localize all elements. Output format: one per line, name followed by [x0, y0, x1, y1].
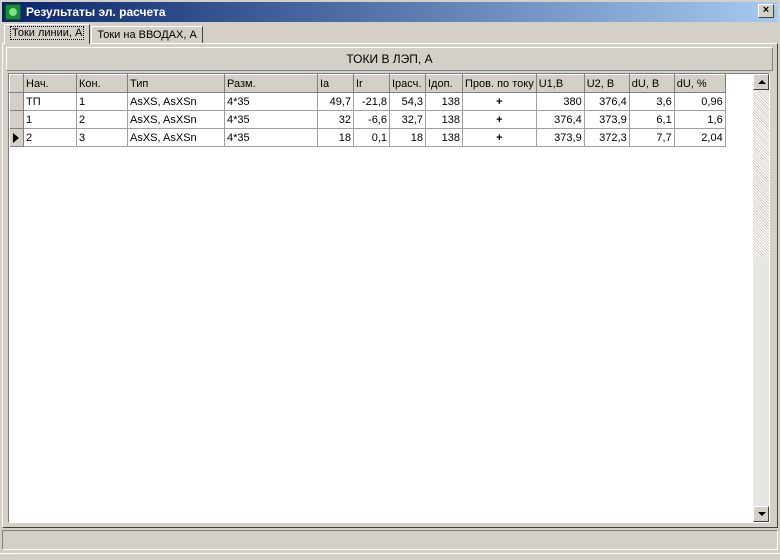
row-indicator[interactable] [9, 92, 24, 111]
table-cell[interactable]: 2,04 [674, 128, 726, 147]
table-cell[interactable]: 138 [425, 128, 463, 147]
scroll-up-button[interactable] [753, 74, 769, 90]
table-cell[interactable]: 4*35 [224, 92, 318, 111]
tab-line-currents-label: Токи линии, А [10, 26, 85, 40]
table-cell[interactable]: ТП [23, 92, 77, 111]
table-cell[interactable]: 18 [389, 128, 426, 147]
column-header-iallow[interactable]: Iдоп. [425, 74, 463, 93]
table-cell[interactable]: 373,9 [584, 110, 630, 129]
table-cell[interactable]: 54,3 [389, 92, 426, 111]
table-cell[interactable]: 4*35 [224, 128, 318, 147]
table-cell[interactable]: 3 [76, 128, 128, 147]
column-header-end[interactable]: Кон. [76, 74, 128, 93]
table-cell[interactable]: AsXS, AsXSn [127, 92, 225, 111]
results-table: Нач. Кон. Тип Разм. Ia Ir Iрасч. Iдоп. П… [9, 74, 726, 147]
table-cell[interactable]: + [462, 128, 537, 147]
header-row: Нач. Кон. Тип Разм. Ia Ir Iрасч. Iдоп. П… [9, 74, 726, 93]
table-cell[interactable]: 7,7 [629, 128, 675, 147]
column-header-du-v[interactable]: dU, В [628, 74, 675, 93]
column-header-check[interactable]: Пров. по току [462, 74, 537, 93]
table-row[interactable]: 1 2 AsXS, AsXSn 4*35 32 -6,6 32,7 138 + … [9, 110, 726, 129]
status-bar [2, 530, 778, 550]
table-cell[interactable]: 3,6 [629, 92, 675, 111]
table-cell[interactable]: 2 [23, 128, 77, 147]
column-header-type[interactable]: Тип [127, 74, 225, 93]
column-header-du-pct[interactable]: dU, % [673, 74, 726, 93]
title-bar[interactable]: Результаты эл. расчета × [2, 2, 778, 22]
table-cell[interactable]: 373,9 [536, 128, 585, 147]
results-window: Результаты эл. расчета × Токи линии, А Т… [0, 0, 780, 560]
column-header-u2[interactable]: U2, В [583, 74, 630, 93]
close-button[interactable]: × [758, 4, 774, 18]
scrollbar-track-hatched[interactable] [753, 90, 769, 258]
table-cell[interactable]: 138 [425, 92, 463, 111]
table-cell[interactable]: 32 [317, 110, 354, 129]
table-cell[interactable]: 1,6 [674, 110, 726, 129]
table-cell[interactable]: 0,96 [674, 92, 726, 111]
tab-strip: Токи линии, А Токи на ВВОДАХ, А [4, 24, 204, 44]
table-cell[interactable]: -21,8 [353, 92, 390, 111]
app-icon [5, 4, 21, 20]
vertical-scrollbar[interactable] [753, 74, 769, 522]
table-cell[interactable]: 372,3 [584, 128, 630, 147]
table-cell[interactable]: 1 [23, 110, 77, 129]
table-cell[interactable]: 376,4 [536, 110, 585, 129]
current-row-arrow-icon[interactable] [9, 128, 24, 147]
table-cell[interactable]: 4*35 [224, 110, 318, 129]
row-indicator[interactable] [9, 110, 24, 129]
table-cell[interactable]: -6,6 [353, 110, 390, 129]
column-header-icalc[interactable]: Iрасч. [389, 74, 426, 93]
table-cell[interactable]: 376,4 [584, 92, 630, 111]
table-cell[interactable]: 138 [425, 110, 463, 129]
table-cell[interactable]: 6,1 [629, 110, 675, 129]
column-header-u1[interactable]: U1,В [535, 74, 585, 93]
table-cell[interactable]: 2 [76, 110, 128, 129]
column-header-size[interactable]: Разм. [224, 74, 318, 93]
column-header-start[interactable]: Нач. [23, 74, 77, 93]
scroll-down-button[interactable] [753, 506, 769, 522]
scroll-down-icon [758, 512, 766, 516]
scroll-up-icon [758, 80, 766, 84]
window-title: Результаты эл. расчета [26, 5, 166, 19]
table-row-current[interactable]: 2 3 AsXS, AsXSn 4*35 18 0,1 18 138 + 373… [9, 128, 726, 147]
table-cell[interactable]: 380 [536, 92, 585, 111]
table-cell[interactable]: 1 [76, 92, 128, 111]
column-header-ir[interactable]: Ir [353, 74, 390, 93]
table-cell[interactable]: + [462, 110, 537, 129]
tab-input-currents[interactable]: Токи на ВВОДАХ, А [91, 26, 203, 44]
grid-caption: ТОКИ В ЛЭП, А [6, 47, 773, 71]
table-cell[interactable]: AsXS, AsXSn [127, 128, 225, 147]
tab-line-currents[interactable]: Токи линии, А [4, 24, 91, 44]
table-cell[interactable]: AsXS, AsXSn [127, 110, 225, 129]
table-cell[interactable]: 0,1 [353, 128, 390, 147]
column-header-ia[interactable]: Ia [317, 74, 354, 93]
results-grid[interactable]: Нач. Кон. Тип Разм. Ia Ir Iрасч. Iдоп. П… [8, 73, 770, 523]
taskbar-edge [0, 553, 780, 560]
table-cell[interactable]: 32,7 [389, 110, 426, 129]
row-indicator-header [9, 74, 24, 93]
table-cell[interactable]: + [462, 92, 537, 111]
tab-input-currents-label: Токи на ВВОДАХ, А [97, 29, 197, 41]
table-cell[interactable]: 49,7 [317, 92, 354, 111]
table-cell[interactable]: 18 [317, 128, 354, 147]
table-row[interactable]: ТП 1 AsXS, AsXSn 4*35 49,7 -21,8 54,3 13… [9, 92, 726, 111]
